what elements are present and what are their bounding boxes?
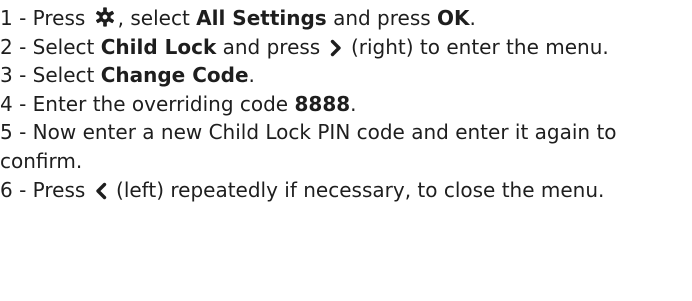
chevron-right-icon <box>329 39 343 57</box>
chevron-left-icon <box>94 182 108 200</box>
menu-item-child-lock: Child Lock <box>100 34 217 59</box>
override-code: 8888 <box>294 91 351 116</box>
menu-item-change-code: Change Code <box>100 63 249 88</box>
step-1: 1 - Press , select All Settings and pres… <box>0 4 680 33</box>
menu-item-all-settings: All Settings <box>196 6 327 30</box>
step-text: , select <box>117 6 197 30</box>
step-4: 4 - Enter the overriding code 8888. <box>0 90 680 119</box>
step-3: 3 - Select Change Code. <box>0 61 680 90</box>
step-6: 6 - Press (left) repeatedly if necessary… <box>0 176 680 205</box>
step-text: . <box>248 63 255 88</box>
step-5: 5 - Now enter a new Child Lock PIN code … <box>0 118 680 175</box>
step-text: and press <box>326 6 438 30</box>
step-text: Press <box>32 177 92 202</box>
step-number: 5 - <box>0 120 33 145</box>
instruction-steps: 1 - Press , select All Settings and pres… <box>0 0 680 204</box>
step-text: Now enter a new Child Lock PIN code and … <box>0 120 617 173</box>
step-number: 4 - <box>0 91 33 116</box>
gear-icon <box>94 6 116 28</box>
step-text: . <box>350 91 357 116</box>
step-number: 6 - <box>0 177 33 202</box>
ok-key-label: OK <box>437 6 470 30</box>
step-number: 3 - <box>0 63 33 88</box>
step-text: Enter the overriding code <box>32 91 295 116</box>
step-text: . <box>469 6 476 30</box>
step-number: 1 - <box>0 6 33 30</box>
step-text: (left) repeatedly if necessary, to close… <box>109 177 605 202</box>
step-2: 2 - Select Child Lock and press (right) … <box>0 33 680 62</box>
step-text: (right) to enter the menu. <box>344 34 609 59</box>
step-text: Press <box>32 6 92 30</box>
step-text: and press <box>216 34 327 59</box>
step-text: Select <box>32 63 101 88</box>
step-text: Select <box>32 34 101 59</box>
step-number: 2 - <box>0 34 33 59</box>
